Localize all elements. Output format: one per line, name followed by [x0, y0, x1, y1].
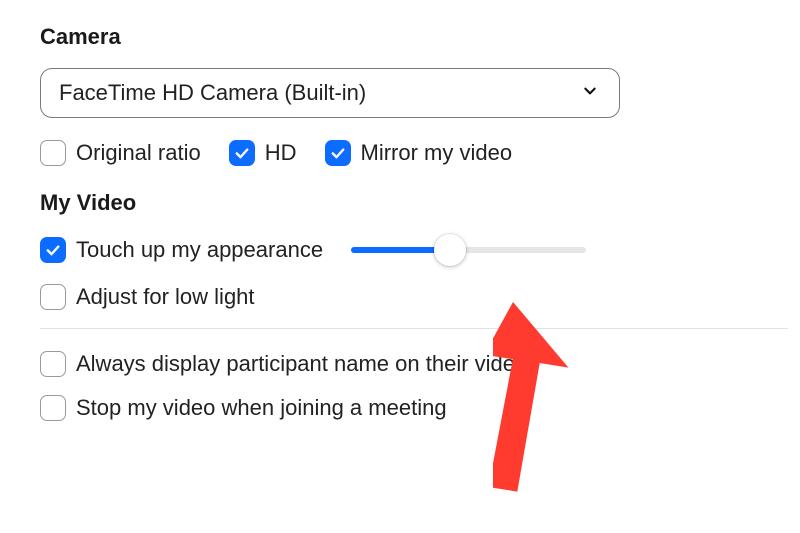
stop-on-join-label: Stop my video when joining a meeting	[76, 395, 447, 421]
check-icon	[329, 144, 347, 162]
camera-section-title: Camera	[40, 24, 788, 50]
always-name-row: Always display participant name on their…	[40, 351, 788, 377]
low-light-label: Adjust for low light	[76, 284, 255, 310]
camera-options-row: Original ratio HD Mirror my video	[40, 140, 788, 166]
my-video-section-title: My Video	[40, 190, 788, 216]
chevron-down-icon	[583, 84, 597, 102]
camera-device-select[interactable]: FaceTime HD Camera (Built-in)	[40, 68, 620, 118]
touch-up-checkbox[interactable]	[40, 237, 66, 263]
always-name-label: Always display participant name on their…	[76, 351, 527, 377]
touch-up-label: Touch up my appearance	[76, 237, 323, 263]
check-icon	[44, 241, 62, 259]
stop-on-join-row: Stop my video when joining a meeting	[40, 395, 788, 421]
divider	[40, 328, 788, 329]
always-name-checkbox[interactable]	[40, 351, 66, 377]
slider-thumb[interactable]	[434, 234, 466, 266]
touch-up-row: Touch up my appearance	[40, 234, 788, 266]
low-light-checkbox[interactable]	[40, 284, 66, 310]
original-ratio-checkbox[interactable]	[40, 140, 66, 166]
stop-on-join-checkbox[interactable]	[40, 395, 66, 421]
original-ratio-label: Original ratio	[76, 140, 201, 166]
hd-checkbox[interactable]	[229, 140, 255, 166]
hd-label: HD	[265, 140, 297, 166]
mirror-checkbox[interactable]	[325, 140, 351, 166]
camera-device-selected-label: FaceTime HD Camera (Built-in)	[59, 80, 366, 106]
touch-up-slider[interactable]	[351, 234, 586, 266]
low-light-row: Adjust for low light	[40, 284, 788, 310]
mirror-label: Mirror my video	[361, 140, 513, 166]
check-icon	[233, 144, 251, 162]
